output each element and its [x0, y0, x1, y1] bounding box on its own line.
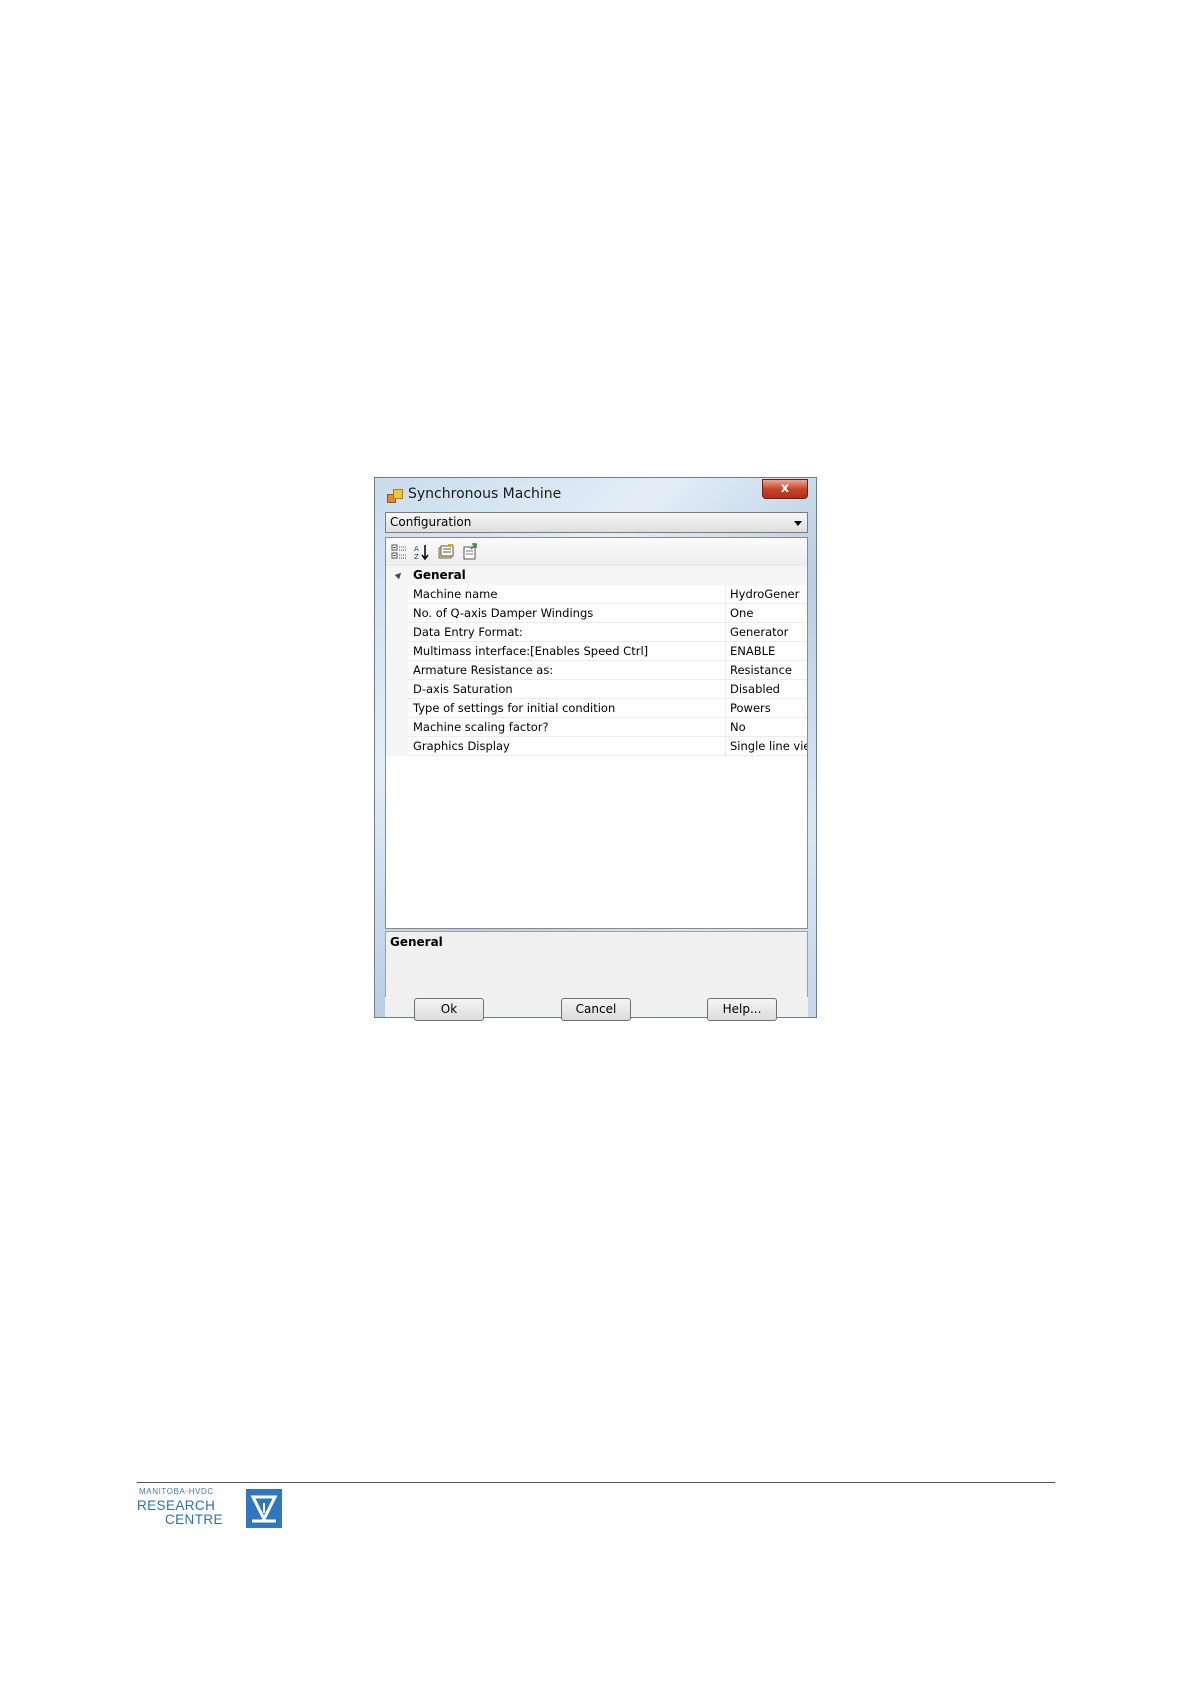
property-name: Type of settings for initial condition	[408, 699, 725, 718]
property-grid-panel: A Z General Machine name HydroGener No. …	[385, 537, 808, 929]
description-title: General	[390, 935, 443, 949]
research-centre-logo: MANITOBA-HVDC RESEARCH CENTRE	[137, 1485, 287, 1533]
property-name: No. of Q-axis Damper Windings	[408, 604, 725, 623]
property-name: Machine scaling factor?	[408, 718, 725, 737]
cancel-button[interactable]: Cancel	[561, 998, 631, 1021]
property-row[interactable]: Machine scaling factor? No	[386, 718, 807, 737]
property-value[interactable]: No	[725, 718, 807, 737]
row-margin	[386, 642, 408, 661]
logo-line2: RESEARCH	[137, 1498, 216, 1513]
title-bar[interactable]: Synchronous Machine x	[375, 478, 816, 512]
property-name: D-axis Saturation	[408, 680, 725, 699]
property-name: Machine name	[408, 585, 725, 604]
property-name: Data Entry Format:	[408, 623, 725, 642]
logo-mark-icon	[246, 1489, 282, 1528]
property-row[interactable]: D-axis Saturation Disabled	[386, 680, 807, 699]
property-value[interactable]: Powers	[725, 699, 807, 718]
help-button[interactable]: Help...	[707, 998, 777, 1021]
property-row[interactable]: Machine name HydroGener	[386, 585, 807, 604]
chevron-down-icon	[794, 521, 802, 526]
row-margin	[386, 623, 408, 642]
property-value[interactable]: ENABLE	[725, 642, 807, 661]
row-margin	[386, 699, 408, 718]
property-value[interactable]: One	[725, 604, 807, 623]
property-row[interactable]: Multimass interface:[Enables Speed Ctrl]…	[386, 642, 807, 661]
category-label: General	[413, 568, 466, 582]
property-row[interactable]: Armature Resistance as: Resistance	[386, 661, 807, 680]
property-row[interactable]: Data Entry Format: Generator	[386, 623, 807, 642]
footer-divider	[137, 1482, 1055, 1483]
property-value[interactable]: Disabled	[725, 680, 807, 699]
property-row[interactable]: Type of settings for initial condition Po…	[386, 699, 807, 718]
app-icon	[387, 488, 403, 504]
svg-text:A: A	[414, 545, 419, 553]
dialog-title: Synchronous Machine	[408, 486, 562, 502]
property-toolbar: A Z	[386, 538, 807, 567]
row-margin	[386, 718, 408, 737]
button-bar: Ok Cancel Help...	[385, 997, 808, 1021]
export-icon[interactable]	[461, 543, 479, 561]
svg-text:Z: Z	[414, 553, 419, 561]
property-name: Graphics Display	[408, 737, 725, 756]
ok-button[interactable]: Ok	[414, 998, 484, 1021]
property-name: Multimass interface:[Enables Speed Ctrl]	[408, 642, 725, 661]
property-row[interactable]: No. of Q-axis Damper Windings One	[386, 604, 807, 623]
categorized-icon[interactable]	[390, 543, 408, 561]
property-value[interactable]: Single line view	[725, 737, 807, 756]
property-value[interactable]: Resistance	[725, 661, 807, 680]
synchronous-machine-dialog: Synchronous Machine x Configuration A Z …	[374, 477, 817, 1021]
property-name: Armature Resistance as:	[408, 661, 725, 680]
row-margin	[386, 585, 408, 604]
configuration-dropdown[interactable]: Configuration	[385, 512, 808, 533]
property-pages-icon[interactable]	[437, 543, 455, 561]
row-margin	[386, 661, 408, 680]
property-value[interactable]: HydroGener	[725, 585, 807, 604]
property-grid: General Machine name HydroGener No. of Q-a…	[386, 566, 807, 930]
logo-line3: CENTRE	[165, 1512, 223, 1527]
logo-line1: MANITOBA-HVDC	[139, 1487, 214, 1496]
row-margin	[386, 737, 408, 756]
dropdown-value: Configuration	[390, 515, 472, 529]
property-row[interactable]: Graphics DisplaySingle line view	[386, 737, 807, 756]
close-button[interactable]: x	[762, 479, 808, 499]
row-margin	[386, 604, 408, 623]
description-panel: General	[385, 931, 808, 998]
alphabetical-sort-icon[interactable]: A Z	[413, 543, 431, 561]
property-value[interactable]: Generator	[725, 623, 807, 642]
collapse-arrow-icon[interactable]	[394, 570, 404, 580]
row-margin	[386, 680, 408, 699]
category-row-general[interactable]: General	[386, 566, 807, 585]
